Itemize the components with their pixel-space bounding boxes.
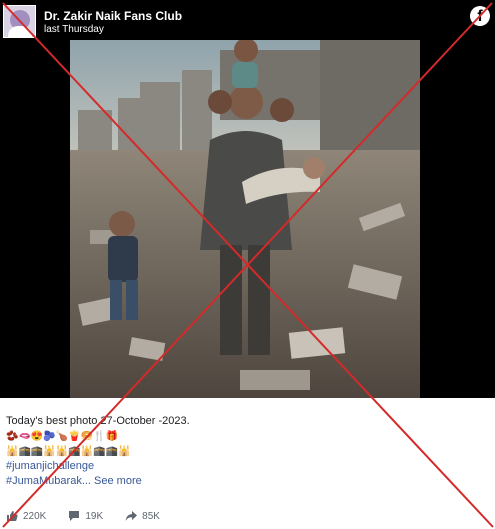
hashtag-link-1[interactable]: #jumanjichallenge [6, 459, 486, 474]
post-caption: Today's best photo 27-October -2023. 🫘🫦😍… [6, 414, 486, 489]
post-header: Dr. Zakir Naik Fans Club last Thursday f [0, 0, 495, 40]
engagement-stats: 220K 19K 85K [6, 508, 182, 524]
post-photo[interactable] [70, 40, 420, 398]
reactions-count[interactable]: 220K [6, 510, 46, 522]
facebook-post: Dr. Zakir Naik Fans Club last Thursday f [0, 0, 495, 529]
facebook-logo-icon[interactable]: f [470, 6, 490, 26]
post-timestamp[interactable]: last Thursday [44, 24, 104, 35]
caption-emoji-row-1: 🫘🫦😍🫐🍗🍟🥯🍴🎁 [6, 431, 119, 442]
like-icon [7, 511, 18, 521]
share-icon [125, 511, 138, 521]
page-name-link[interactable]: Dr. Zakir Naik Fans Club [44, 9, 182, 23]
shares-count-text: 85K [142, 510, 160, 522]
comments-count[interactable]: 19K [68, 510, 103, 522]
hashtag-link-2[interactable]: #JumaMubarak... [6, 475, 91, 487]
caption-emoji-row-2: 🕌🕋🕋🕌🕌🕋🕌🕋🕋🕌 [6, 446, 131, 457]
avatar-body [8, 26, 32, 37]
page-avatar[interactable] [3, 5, 36, 38]
see-more-link[interactable]: See more [94, 475, 142, 487]
post-photo-frame[interactable] [0, 40, 495, 398]
comment-icon [69, 511, 80, 521]
comments-count-text: 19K [85, 510, 104, 522]
reactions-count-text: 220K [23, 510, 47, 522]
caption-text: Today's best photo 27-October -2023. [6, 415, 190, 427]
shares-count[interactable]: 85K [125, 510, 160, 522]
